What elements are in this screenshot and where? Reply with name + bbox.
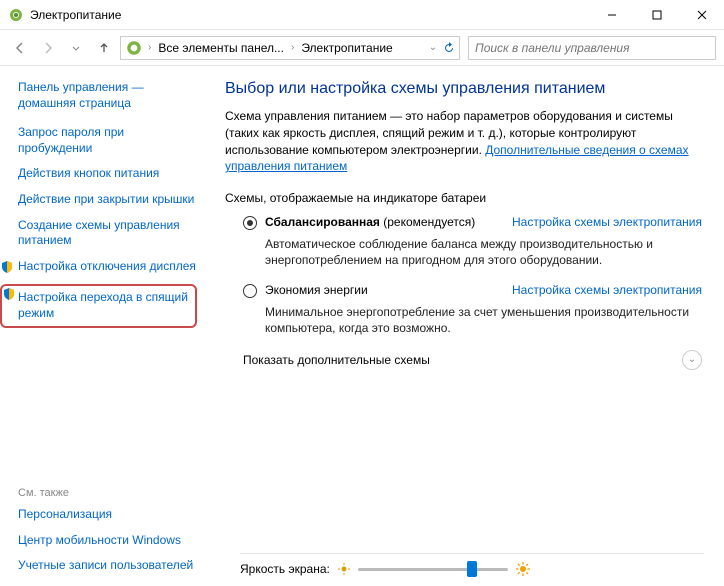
titlebar: Электропитание: [0, 0, 724, 30]
sidebar: Панель управления —домашняя страница Зап…: [0, 66, 205, 586]
plan-balanced-label[interactable]: Сбалансированная (рекомендуется): [265, 215, 475, 229]
sidebar-user-accounts[interactable]: Учетные записи пользователей: [18, 558, 197, 574]
breadcrumb-dropdown[interactable]: ⌄: [425, 42, 441, 53]
forward-button[interactable]: [36, 36, 60, 60]
intro-text: Схема управления питанием — это набор па…: [225, 108, 702, 175]
sidebar-personalization[interactable]: Персонализация: [18, 507, 197, 523]
sun-bright-icon: [516, 562, 530, 576]
plan-balanced-settings-link[interactable]: Настройка схемы электропитания: [512, 215, 702, 229]
brightness-label: Яркость экрана:: [240, 562, 330, 576]
plan-powersaver-settings-link[interactable]: Настройка схемы электропитания: [512, 283, 702, 297]
breadcrumb-power[interactable]: Электропитание: [297, 41, 396, 55]
brightness-bar: Яркость экрана:: [240, 553, 704, 578]
power-icon: [125, 39, 143, 57]
window-title: Электропитание: [30, 8, 589, 22]
show-more-plans[interactable]: Показать дополнительные схемы ⌄: [225, 350, 702, 370]
plan-powersaver-desc: Минимальное энергопотребление за счет ум…: [225, 304, 702, 336]
shield-icon: [2, 287, 16, 301]
plan-balanced-radio[interactable]: [243, 216, 257, 230]
sidebar-mobility-center[interactable]: Центр мобильности Windows: [18, 533, 197, 549]
control-panel-home-link[interactable]: Панель управления —домашняя страница: [18, 80, 197, 111]
close-button[interactable]: [679, 0, 724, 29]
power-icon: [8, 7, 24, 23]
sidebar-create-plan[interactable]: Создание схемы управления питанием: [18, 218, 197, 249]
recent-dropdown[interactable]: [64, 36, 88, 60]
back-button[interactable]: [8, 36, 32, 60]
sidebar-power-buttons[interactable]: Действия кнопок питания: [18, 166, 197, 182]
maximize-button[interactable]: [634, 0, 679, 29]
breadcrumb-all-items[interactable]: Все элементы панел...: [154, 41, 288, 55]
navbar: › Все элементы панел... › Электропитание…: [0, 30, 724, 66]
sidebar-sleep-settings[interactable]: Настройка перехода в спящий режим: [0, 284, 197, 327]
chevron-right-icon[interactable]: ›: [145, 42, 154, 53]
plan-balanced-row: Сбалансированная (рекомендуется) Настрой…: [225, 215, 702, 230]
brightness-slider[interactable]: [358, 560, 508, 578]
plan-powersaver-row: Экономия энергии Настройка схемы электро…: [225, 283, 702, 298]
plan-powersaver-radio[interactable]: [243, 284, 257, 298]
search-box[interactable]: [468, 36, 716, 60]
chevron-right-icon[interactable]: ›: [288, 42, 297, 53]
shield-icon: [0, 260, 14, 274]
refresh-button[interactable]: [441, 42, 457, 54]
search-input[interactable]: [475, 41, 709, 55]
section-title: Схемы, отображаемые на индикаторе батаре…: [225, 191, 702, 205]
plan-balanced-desc: Автоматическое соблюдение баланса между …: [225, 236, 702, 268]
sidebar-require-password[interactable]: Запрос пароля при пробуждении: [18, 125, 197, 156]
up-button[interactable]: [92, 36, 116, 60]
page-heading: Выбор или настройка схемы управления пит…: [225, 80, 702, 98]
main-content: Выбор или настройка схемы управления пит…: [205, 66, 724, 586]
breadcrumb[interactable]: › Все элементы панел... › Электропитание…: [120, 36, 460, 60]
chevron-down-icon[interactable]: ⌄: [682, 350, 702, 370]
sidebar-lid-close[interactable]: Действие при закрытии крышки: [18, 192, 197, 208]
sidebar-display-off[interactable]: Настройка отключения дисплея: [2, 259, 197, 275]
sun-dim-icon: [338, 563, 350, 575]
plan-powersaver-label[interactable]: Экономия энергии: [265, 283, 368, 297]
minimize-button[interactable]: [589, 0, 634, 29]
see-also-label: См. также: [18, 487, 197, 499]
